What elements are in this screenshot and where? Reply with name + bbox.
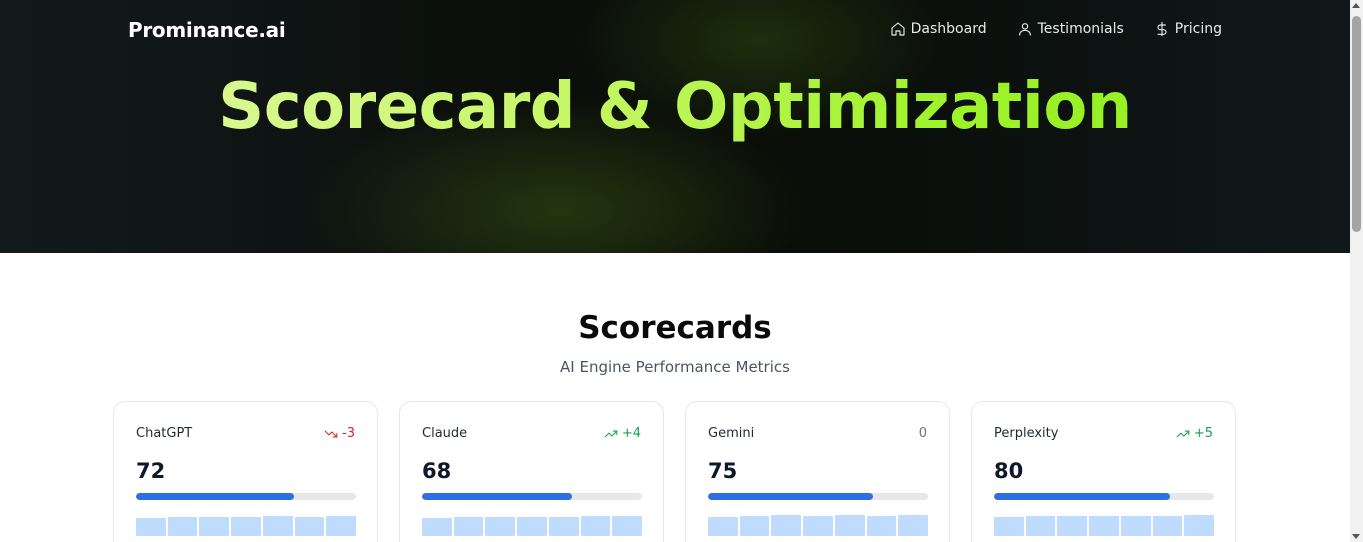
hero-banner: Prominance.ai Dashboard Testimonials Pri… — [0, 0, 1350, 253]
score-value: 68 — [422, 459, 452, 483]
score-progress-bar — [994, 493, 1214, 500]
history-bar — [326, 516, 357, 536]
nav-pricing-label: Pricing — [1174, 21, 1222, 37]
history-bar — [994, 517, 1024, 536]
history-bar — [898, 515, 929, 536]
engine-name: Perplexity — [994, 426, 1059, 441]
history-bar — [866, 516, 897, 536]
history-bar — [771, 515, 802, 536]
delta-value: -3 — [342, 426, 355, 441]
scorecard-gemini[interactable]: Gemini 0 75 — [685, 401, 950, 542]
history-bar — [1089, 516, 1119, 536]
history-bar — [422, 518, 452, 536]
engine-name: ChatGPT — [136, 426, 193, 441]
history-bar — [739, 516, 770, 536]
score-progress-fill — [422, 493, 572, 500]
scorecard-perplexity[interactable]: Perplexity +5 80 — [971, 401, 1236, 542]
scroll-up-arrow-icon[interactable] — [1352, 3, 1360, 8]
score-value: 75 — [708, 459, 738, 483]
history-bar — [803, 516, 833, 536]
hero-title: Scorecard & Optimization — [0, 70, 1350, 144]
home-icon — [891, 22, 905, 36]
history-bar — [708, 517, 738, 536]
score-progress-fill — [708, 493, 873, 500]
history-bar — [1025, 516, 1056, 536]
section-title: Scorecards — [578, 310, 772, 346]
top-nav: Dashboard Testimonials Pricing — [890, 21, 1222, 37]
nav-dashboard[interactable]: Dashboard — [890, 21, 987, 37]
score-progress-bar — [708, 493, 928, 500]
history-bar — [834, 515, 865, 536]
delta-value: +5 — [1193, 426, 1213, 441]
history-bar — [580, 516, 611, 536]
scorecard-chatgpt[interactable]: ChatGPT -3 72 — [113, 401, 378, 542]
score-progress-bar — [422, 493, 642, 500]
score-delta: +4 — [604, 426, 641, 441]
history-bar — [199, 517, 230, 536]
page-scrollbar[interactable] — [1350, 0, 1363, 542]
score-delta: 0 — [919, 426, 927, 441]
engine-name: Claude — [422, 426, 468, 441]
history-bar — [167, 517, 198, 536]
score-value: 80 — [994, 459, 1024, 483]
trending-up-icon — [604, 430, 618, 437]
history-bar — [1120, 516, 1151, 536]
history-chart — [136, 510, 357, 536]
score-progress-bar — [136, 493, 356, 500]
trending-down-icon — [324, 430, 338, 437]
brand-logo[interactable]: Prominance.ai — [128, 18, 286, 42]
score-value: 72 — [136, 459, 166, 483]
history-bar — [453, 517, 484, 536]
scroll-down-arrow-icon[interactable] — [1352, 534, 1360, 539]
delta-value: 0 — [918, 426, 927, 441]
history-bar — [294, 517, 325, 536]
nav-testimonials-label: Testimonials — [1037, 21, 1124, 37]
nav-testimonials[interactable]: Testimonials — [1017, 21, 1124, 37]
history-bar — [136, 518, 166, 536]
dollar-icon — [1157, 21, 1167, 37]
score-delta: -3 — [324, 426, 355, 441]
history-bar — [485, 517, 516, 536]
history-bar — [231, 517, 261, 536]
history-bar — [262, 516, 293, 536]
engine-name: Gemini — [708, 426, 755, 441]
history-bar — [1184, 515, 1215, 536]
nav-dashboard-label: Dashboard — [910, 21, 987, 37]
history-bar — [548, 517, 579, 536]
section-subtitle: AI Engine Performance Metrics — [560, 358, 790, 376]
history-chart — [422, 510, 643, 536]
history-chart — [708, 510, 929, 536]
score-delta: +5 — [1176, 426, 1213, 441]
scorecard-claude[interactable]: Claude +4 68 — [399, 401, 664, 542]
user-icon — [1018, 23, 1031, 36]
history-bar — [1057, 516, 1088, 536]
history-bar — [517, 517, 547, 536]
scorecard-grid: ChatGPT -3 72 Claude +4 68 Gemini 0 75 P… — [113, 401, 1236, 542]
nav-pricing[interactable]: Pricing — [1154, 21, 1222, 37]
delta-value: +4 — [621, 426, 641, 441]
history-bar — [612, 516, 643, 536]
scroll-thumb[interactable] — [1352, 16, 1361, 232]
history-chart — [994, 510, 1215, 536]
score-progress-fill — [994, 493, 1170, 500]
trending-up-icon — [1176, 430, 1190, 437]
score-progress-fill — [136, 493, 295, 500]
history-bar — [1152, 516, 1183, 536]
